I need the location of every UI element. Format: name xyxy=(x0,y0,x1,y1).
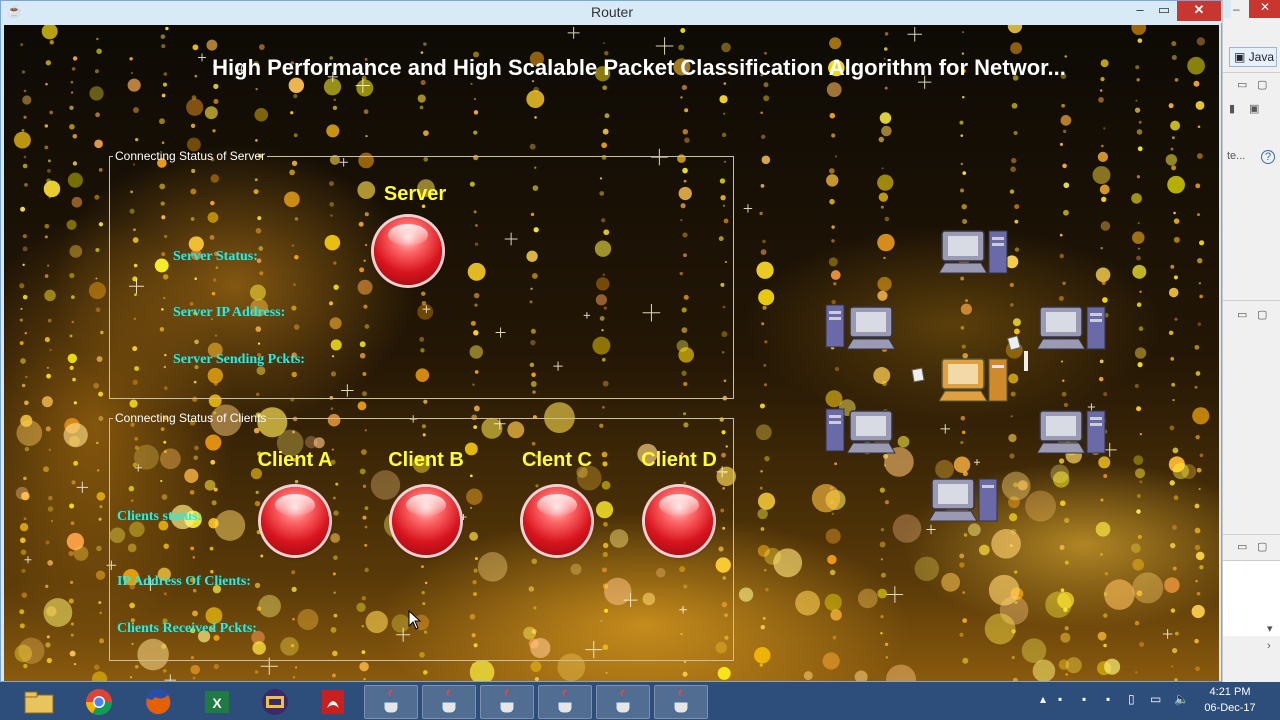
server-computer-icon xyxy=(939,230,1008,274)
volume-icon[interactable]: 🔈 xyxy=(1174,692,1189,706)
network-icon[interactable]: ▭ xyxy=(1150,692,1161,706)
java-icon xyxy=(673,690,689,714)
acrobat-icon xyxy=(322,690,344,714)
ide-truncated-text: te... xyxy=(1227,150,1246,162)
client-b-status-led xyxy=(392,487,460,555)
clients-ip-label: IP Address Of Clients: xyxy=(117,574,251,589)
tray-app-icon-1[interactable]: ▪ xyxy=(1058,692,1062,706)
scroll-right-arrow-icon[interactable]: › xyxy=(1267,640,1271,652)
java-icon xyxy=(615,690,631,714)
minimize-button[interactable]: – xyxy=(1129,1,1151,21)
page-title: High Performance and High Scalable Packe… xyxy=(212,55,1066,80)
clients-status-label: Clients status: xyxy=(117,509,203,524)
close-button[interactable]: ✕ xyxy=(1177,1,1221,21)
client-a-status-led xyxy=(261,487,329,555)
java-taskbar-button-5[interactable] xyxy=(596,685,650,719)
ide-side-panel: – ✕ ▣ Java ▭ ▢ ▮ ▣ te... ? ▭ ▢ ▭ ▢ ▾ › xyxy=(1222,0,1280,682)
java-taskbar-button-6[interactable] xyxy=(654,685,708,719)
excel-icon: X xyxy=(205,691,229,713)
file-explorer-taskbar-button[interactable] xyxy=(12,685,66,719)
client-computer-icon xyxy=(825,304,896,350)
java-ee-ide-taskbar-button[interactable] xyxy=(248,685,302,719)
client-d-title: Client D xyxy=(641,449,717,471)
client-a-title: Client A xyxy=(257,449,333,471)
server-sending-label: Server Sending Pckts: xyxy=(173,352,305,367)
chrome-icon xyxy=(85,689,113,716)
java-ee-ide-icon xyxy=(262,689,288,715)
java-icon xyxy=(383,690,399,714)
ide-view3-minimize-icon[interactable]: ▭ xyxy=(1237,540,1247,553)
tray-app-icon-3[interactable]: ▪ xyxy=(1106,692,1110,706)
show-hidden-icons-icon[interactable]: ▴ xyxy=(1040,692,1046,706)
maximize-button[interactable]: ▭ xyxy=(1153,1,1175,21)
ide-view2-minimize-icon[interactable]: ▭ xyxy=(1237,308,1247,321)
client-computer-icon xyxy=(929,478,998,522)
tray-app-icon-2[interactable]: ▪ xyxy=(1082,692,1086,706)
tray-app-icon-4[interactable]: ▯ xyxy=(1128,692,1135,706)
acrobat-taskbar-button[interactable] xyxy=(306,685,360,719)
client-d-status-led xyxy=(645,487,713,555)
clock-date[interactable]: 06-Dec-17 xyxy=(1200,702,1260,714)
ide-view2-maximize-icon[interactable]: ▢ xyxy=(1257,308,1267,321)
client-b-title: Client B xyxy=(388,449,464,471)
clients-received-label: Clients Received Pckts: xyxy=(117,621,257,636)
ide-view3-maximize-icon[interactable]: ▢ xyxy=(1257,540,1267,553)
server-ip-label: Server IP Address: xyxy=(173,305,286,320)
firefox-taskbar-button[interactable] xyxy=(131,685,185,719)
server-status-label: Server Status: xyxy=(173,249,258,264)
server-panel-legend: Connecting Status of Server xyxy=(115,149,266,163)
clock-time[interactable]: 4:21 PM xyxy=(1200,686,1260,698)
taskbar: X ▴ ▪ ▪ ▪ ▯ ▭ 🔈 4:21 PM 06-Dec-17 xyxy=(0,682,1280,720)
java-taskbar-button-1[interactable] xyxy=(364,685,418,719)
ide-view-minimize-icon[interactable]: ▭ xyxy=(1237,78,1247,91)
java-perspective-tab[interactable]: ▣ Java xyxy=(1229,47,1277,67)
java-icon xyxy=(499,690,515,714)
java-taskbar-button-3[interactable] xyxy=(480,685,534,719)
window-title: Router xyxy=(590,4,634,20)
java-icon xyxy=(557,690,573,714)
client-c-title: Clent C xyxy=(522,449,592,471)
java-icon xyxy=(441,690,457,714)
server-status-led xyxy=(374,217,442,285)
router-window: ☕ Router – ▭ ✕ High Performance and High… xyxy=(0,0,1223,682)
ide-toolbar-icon[interactable]: ▮ xyxy=(1229,102,1235,115)
firefox-icon xyxy=(145,689,171,715)
java-perspective-icon: ▣ xyxy=(1234,50,1249,64)
client-computer-icon xyxy=(825,408,896,454)
packet-icons xyxy=(911,335,1028,383)
scroll-down-arrow-icon[interactable]: ▾ xyxy=(1267,622,1273,635)
ide-toolbar-icon-2[interactable]: ▣ xyxy=(1249,102,1259,115)
java-taskbar-button-2[interactable] xyxy=(422,685,476,719)
client-computer-icon xyxy=(1037,410,1106,454)
server-status-panel: Connecting Status of Server Server Serve… xyxy=(109,149,734,399)
ide-close-button[interactable]: ✕ xyxy=(1249,0,1280,18)
file-explorer-icon xyxy=(24,691,54,714)
ide-minimize-button[interactable]: – xyxy=(1233,2,1240,16)
ide-view-maximize-icon[interactable]: ▢ xyxy=(1257,78,1267,91)
excel-taskbar-button[interactable]: X xyxy=(190,685,244,719)
java-taskbar-button-4[interactable] xyxy=(538,685,592,719)
clients-panel-legend: Connecting Status of Clients xyxy=(115,411,267,425)
mouse-cursor-icon xyxy=(408,610,422,630)
svg-text:X: X xyxy=(212,695,222,711)
title-bar[interactable]: ☕ Router – ▭ ✕ xyxy=(1,1,1223,23)
router-canvas: High Performance and High Scalable Packe… xyxy=(4,25,1219,681)
client-computer-icon xyxy=(1037,306,1106,350)
chrome-taskbar-button[interactable] xyxy=(72,685,126,719)
client-c-status-led xyxy=(523,487,591,555)
server-title: Server xyxy=(383,183,447,205)
help-icon[interactable]: ? xyxy=(1261,150,1275,164)
